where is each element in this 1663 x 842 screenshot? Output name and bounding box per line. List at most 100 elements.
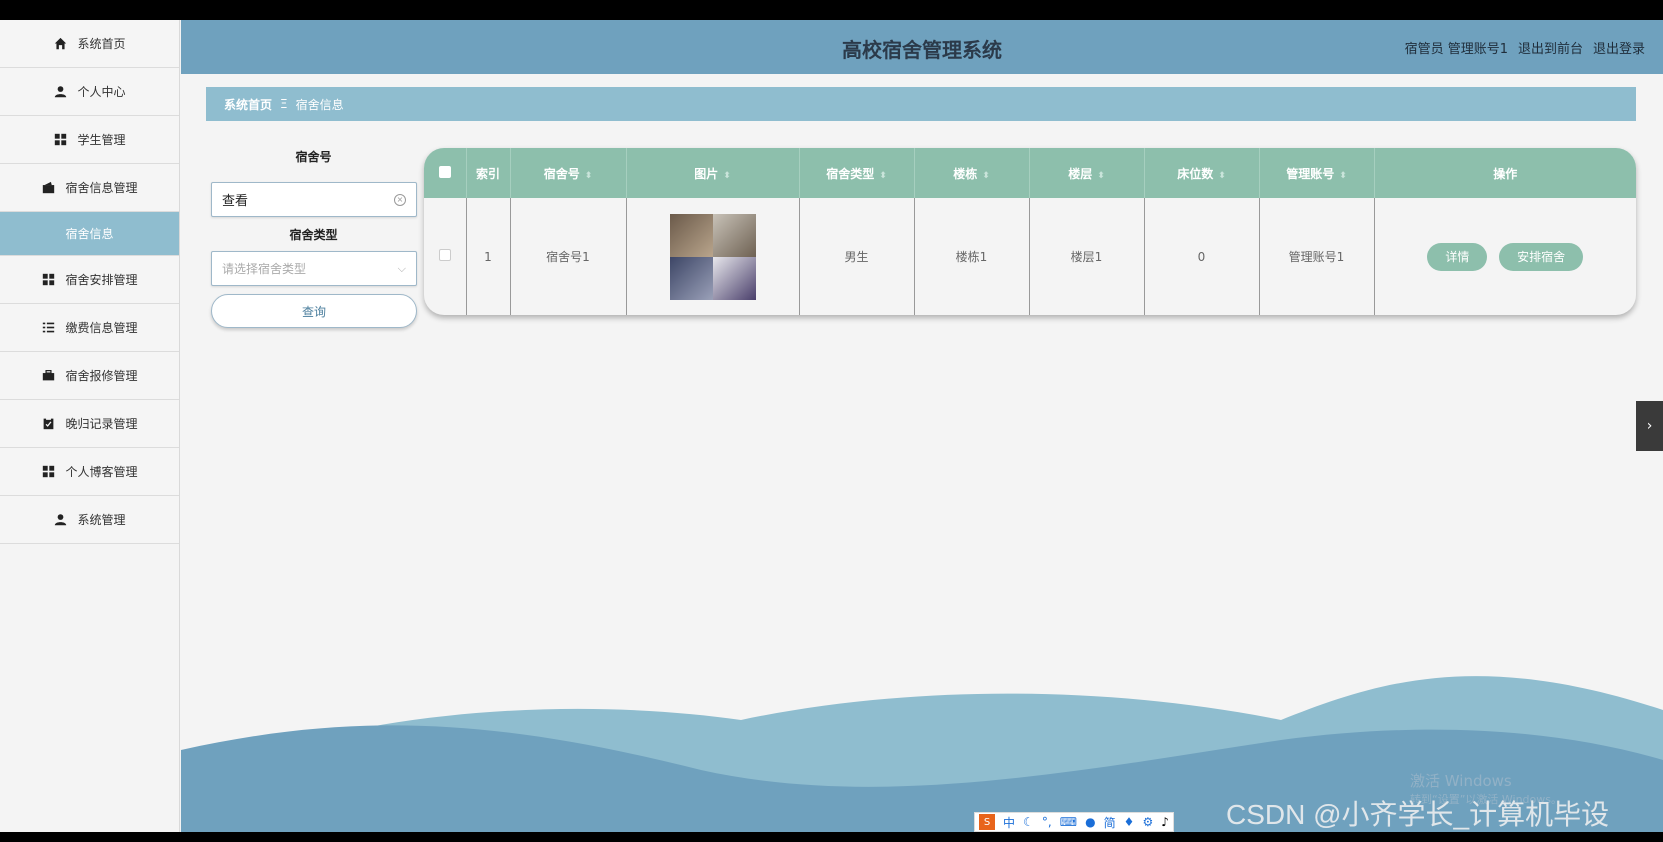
logout-link[interactable]: 退出登录 — [1593, 38, 1645, 57]
sidebar-item-system[interactable]: 系统管理 — [0, 496, 179, 544]
select-all-checkbox[interactable] — [438, 165, 451, 178]
sidebar-item-label: 宿舍报修管理 — [65, 369, 138, 383]
sidebar-item-students[interactable]: 学生管理 — [0, 116, 179, 164]
sort-icon: ⬍ — [1097, 170, 1105, 181]
col-type[interactable]: 宿舍类型 ⬍ — [799, 148, 915, 198]
col-building[interactable]: 楼栋 ⬍ — [914, 148, 1030, 198]
col-floor[interactable]: 楼层 ⬍ — [1029, 148, 1145, 198]
sidebar-item-label: 系统首页 — [77, 37, 126, 51]
sidebar-subitem-dorm-info[interactable]: 宿舍信息 — [0, 212, 179, 256]
sidebar-item-label: 宿舍信息管理 — [65, 181, 138, 195]
cell-beds: 0 — [1144, 198, 1260, 315]
cell-image — [626, 198, 800, 315]
breadcrumb-home[interactable]: 系统首页 — [224, 96, 272, 113]
arrange-dorm-button[interactable]: 安排宿舍 — [1499, 242, 1584, 271]
dorm-type-label: 宿舍类型 — [289, 228, 338, 242]
col-beds[interactable]: 床位数 ⬍ — [1144, 148, 1260, 198]
sidebar-item-label: 个人博客管理 — [65, 465, 138, 479]
sidebar-item-label: 缴费信息管理 — [65, 321, 138, 335]
ime-toolbar: S 中 ☾ °, ⌨ ● 简 ♦ ⚙ ♪ — [974, 812, 1174, 832]
col-account-label: 管理账号 — [1286, 166, 1335, 181]
col-image[interactable]: 图片 ⬍ — [626, 148, 800, 198]
user-info: 宿管员 管理账号1 — [1404, 42, 1508, 57]
cell-account: 管理账号1 — [1259, 198, 1375, 315]
home-icon — [53, 37, 67, 51]
sidebar-item-payment[interactable]: 缴费信息管理 — [0, 304, 179, 352]
windows-activation-title: 激活 Windows — [1410, 772, 1512, 790]
col-ops: 操作 — [1374, 148, 1636, 198]
gear-icon[interactable]: ⚙ — [1142, 815, 1153, 829]
col-index-label: 索引 — [475, 166, 500, 181]
col-type-label: 宿舍类型 — [826, 166, 875, 181]
ime-chinese-mode[interactable]: 中 — [1003, 814, 1015, 831]
list-icon — [41, 321, 55, 335]
cell-type: 男生 — [799, 198, 915, 315]
cell-floor: 楼层1 — [1029, 198, 1145, 315]
user-icon[interactable]: ● — [1085, 815, 1095, 829]
user-icon — [53, 513, 67, 527]
grid-icon — [41, 273, 55, 287]
table-row: 1 宿舍号1 男生 楼栋1 楼层1 0 管理账号1 详情 安排宿舍 — [424, 198, 1636, 315]
col-ops-label: 操作 — [1493, 166, 1518, 181]
dorm-photo[interactable] — [669, 213, 756, 300]
chevron-right-icon[interactable]: › — [1636, 401, 1663, 451]
breadcrumb: 系统首页 Ξ 宿舍信息 — [206, 87, 1636, 121]
col-room-label: 宿舍号 — [543, 166, 580, 181]
tiktok-icon[interactable]: ♪ — [1161, 815, 1169, 829]
sogou-logo-icon: S — [979, 814, 996, 830]
dorm-type-select[interactable]: 请选择宿舍类型 ⌵ — [211, 251, 417, 286]
shirt-icon[interactable]: ♦ — [1124, 815, 1135, 829]
wallet-icon — [41, 181, 55, 195]
breadcrumb-current: 宿舍信息 — [295, 97, 344, 112]
cell-index: 1 — [466, 198, 511, 315]
sidebar-item-label: 晚归记录管理 — [65, 417, 138, 431]
ime-simplified[interactable]: 简 — [1104, 814, 1116, 831]
row-select-cell — [424, 198, 467, 315]
keyboard-icon[interactable]: ⌨ — [1060, 815, 1077, 829]
sidebar-item-home[interactable]: 系统首页 — [0, 20, 179, 68]
room-number-value: 查看 — [222, 194, 249, 209]
room-number-label: 宿舍号 — [295, 150, 332, 164]
sidebar-item-dorm-arrangement[interactable]: 宿舍安排管理 — [0, 256, 179, 304]
sidebar-item-label: 学生管理 — [77, 133, 126, 147]
sort-icon: ⬍ — [1218, 170, 1226, 181]
back-to-front-link[interactable]: 退出到前台 — [1518, 38, 1583, 57]
col-image-label: 图片 — [694, 166, 719, 181]
sort-icon: ⬍ — [1339, 170, 1347, 181]
grid-icon — [41, 465, 55, 479]
top-header: 高校宿舍管理系统 宿管员 管理账号1 退出到前台 退出登录 — [181, 20, 1663, 74]
detail-button[interactable]: 详情 — [1427, 242, 1488, 271]
dorm-table: 索引 宿舍号 ⬍ 图片 ⬍ 宿舍类型 ⬍ 楼栋 ⬍ 楼层 ⬍ 床位数 ⬍ 管理账号 ⬍ 操作 … — [424, 148, 1636, 315]
sidebar-item-repair[interactable]: 宿舍报修管理 — [0, 352, 179, 400]
row-checkbox[interactable] — [438, 249, 451, 261]
cell-building: 楼栋1 — [914, 198, 1030, 315]
sort-icon: ⬍ — [879, 170, 887, 181]
sidebar: 系统首页 个人中心 学生管理 宿舍信息管理 宿舍信息 宿舍安排管理 缴费信息管理… — [0, 20, 180, 832]
grid-icon — [53, 133, 67, 147]
query-button[interactable]: 查询 — [211, 294, 417, 328]
sidebar-item-label: 宿舍安排管理 — [65, 273, 138, 287]
sort-icon: ⬍ — [723, 170, 731, 181]
sidebar-item-late-return[interactable]: 晚归记录管理 — [0, 400, 179, 448]
sidebar-item-dorm-info-management[interactable]: 宿舍信息管理 — [0, 164, 179, 212]
clear-icon[interactable]: × — [394, 193, 406, 206]
col-room[interactable]: 宿舍号 ⬍ — [510, 148, 627, 198]
col-floor-label: 楼层 — [1068, 166, 1093, 181]
col-index: 索引 — [466, 148, 511, 198]
app-screen: 系统首页 个人中心 学生管理 宿舍信息管理 宿舍信息 宿舍安排管理 缴费信息管理… — [0, 20, 1663, 832]
col-beds-label: 床位数 — [1177, 166, 1214, 181]
moon-icon[interactable]: ☾ — [1023, 815, 1034, 829]
punctuation-icon[interactable]: °, — [1042, 815, 1052, 829]
sort-icon: ⬍ — [982, 170, 990, 181]
col-account[interactable]: 管理账号 ⬍ — [1259, 148, 1375, 198]
cell-ops: 详情 安排宿舍 — [1374, 198, 1636, 315]
sidebar-item-blog[interactable]: 个人博客管理 — [0, 448, 179, 496]
col-building-label: 楼栋 — [953, 166, 978, 181]
breadcrumb-separator: Ξ — [280, 97, 288, 111]
clipboard-icon — [41, 417, 55, 431]
sidebar-item-label: 宿舍信息 — [65, 227, 114, 241]
room-number-input[interactable]: 查看 × — [211, 182, 417, 217]
table-header-row: 索引 宿舍号 ⬍ 图片 ⬍ 宿舍类型 ⬍ 楼栋 ⬍ 楼层 ⬍ 床位数 ⬍ 管理账号 ⬍ 操作 — [424, 148, 1636, 198]
sidebar-item-label: 系统管理 — [77, 513, 126, 527]
sidebar-item-personal-center[interactable]: 个人中心 — [0, 68, 179, 116]
